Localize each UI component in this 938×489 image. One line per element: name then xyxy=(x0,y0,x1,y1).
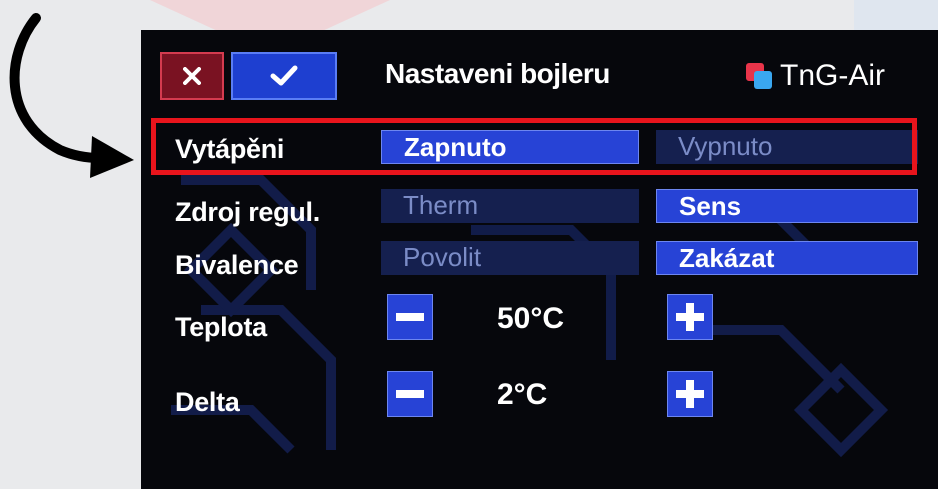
option-zakazat[interactable]: Zakázat xyxy=(656,241,918,275)
page-title: Nastaveni bojleru xyxy=(385,58,610,89)
row-label-zdroj: Zdroj regul. xyxy=(175,197,320,227)
close-icon xyxy=(183,67,201,85)
highlight-frame xyxy=(151,118,917,175)
teplota-decrease-button[interactable] xyxy=(387,294,433,340)
brand-logo: TnG-Air xyxy=(744,52,885,100)
curved-arrow-icon xyxy=(9,13,134,178)
option-therm[interactable]: Therm xyxy=(381,189,639,223)
cancel-button[interactable] xyxy=(160,52,224,100)
row-label-bivalence: Bivalence xyxy=(175,250,299,280)
delta-value: 2°C xyxy=(497,378,548,411)
plus-icon xyxy=(676,380,704,408)
minus-icon xyxy=(396,390,424,398)
option-povolit[interactable]: Povolit xyxy=(381,241,639,275)
delta-increase-button[interactable] xyxy=(667,371,713,417)
row-label-delta: Delta xyxy=(175,387,240,417)
option-sens[interactable]: Sens xyxy=(656,189,918,223)
plus-icon xyxy=(676,303,704,331)
device-screen: Nastaveni bojleru TnG-Air Vytápěni Zapnu… xyxy=(141,30,938,489)
teplota-increase-button[interactable] xyxy=(667,294,713,340)
brand-name: TnG-Air xyxy=(780,59,885,92)
row-label-teplota: Teplota xyxy=(175,312,267,342)
delta-decrease-button[interactable] xyxy=(387,371,433,417)
check-icon xyxy=(270,65,298,86)
teplota-value: 50°C xyxy=(497,302,565,335)
minus-icon xyxy=(396,313,424,321)
logo-icon xyxy=(746,63,772,89)
confirm-button[interactable] xyxy=(231,52,337,100)
